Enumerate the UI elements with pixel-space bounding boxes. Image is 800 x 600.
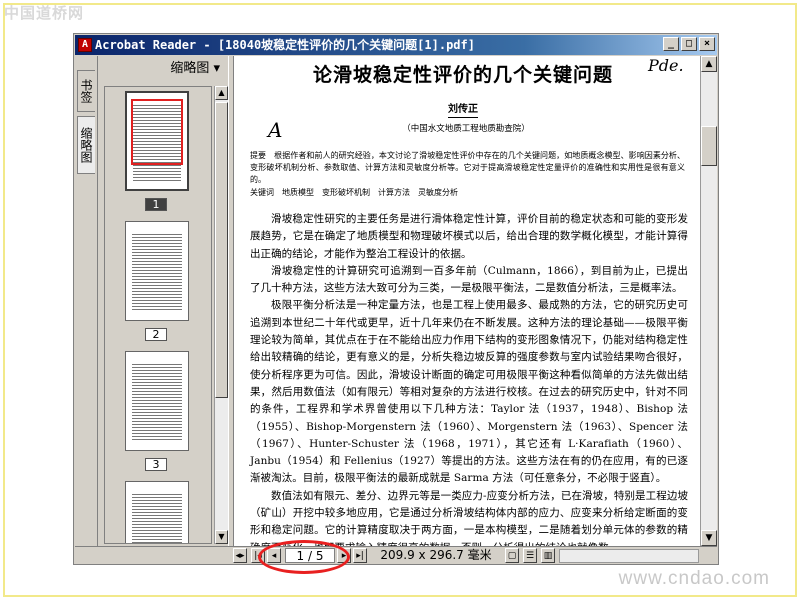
body-paragraph: 数值法如有限元、差分、边界元等是一类应力-应变分析方法，已在滑坡，特别是工程边坡… xyxy=(250,489,688,546)
thumbnail-label-1: 1 xyxy=(145,198,167,211)
acrobat-app-icon[interactable]: A xyxy=(78,38,92,52)
thumbnail-list: 1 2 3 xyxy=(104,86,212,544)
thumbnail-viewport-box[interactable] xyxy=(131,99,183,165)
document-vertical-scrollbar[interactable]: ▲ ▼ xyxy=(700,56,717,546)
acrobat-window: A Acrobat Reader - [18040坡稳定性评价的几个关键问题[1]… xyxy=(73,33,719,565)
scroll-up-arrow-icon[interactable]: ▲ xyxy=(701,56,717,72)
scroll-down-arrow-icon[interactable]: ▼ xyxy=(215,530,228,544)
page-size-display: 209.9 x 296.7 毫米 xyxy=(380,548,492,562)
thumbnail-label-3: 3 xyxy=(145,458,167,471)
document-keywords: 关键词 地质模型 变形破坏机制 计算方法 灵敏度分析 xyxy=(250,188,458,197)
thumbnail-page-4[interactable] xyxy=(125,481,189,543)
window-controls: _ □ × xyxy=(663,37,715,51)
split-arrows-icon[interactable]: ◂▸ xyxy=(233,548,247,563)
title-bar[interactable]: A Acrobat Reader - [18040坡稳定性评价的几个关键问题[1]… xyxy=(75,35,717,55)
facing-layout-icon[interactable]: ▥ xyxy=(541,548,555,563)
thumbnail-text-lines xyxy=(132,232,182,312)
continuous-layout-icon[interactable]: ☰ xyxy=(523,548,537,563)
document-scroll-thumb[interactable] xyxy=(701,126,717,166)
navigation-tabs: 书签 缩略图 xyxy=(75,56,98,546)
thumbnail-panel: 缩略图 ▾ 1 2 3 ▲ ▼ xyxy=(98,56,228,546)
page-number-field[interactable]: 1 / 5 xyxy=(285,548,335,563)
body-paragraph: 极限平衡分析法是一种定量方法，也是工程上使用最多、最成熟的方法，它的研究历史可追… xyxy=(250,299,688,485)
document-title: 论滑坡稳定性评价的几个关键问题 xyxy=(312,64,613,86)
body-paragraph: 滑坡稳定性的计算研究可追溯到一百多年前（Culmann，1866），到目前为止，… xyxy=(250,264,688,295)
horizontal-scrollbar[interactable] xyxy=(559,549,699,563)
thumbnail-menu-button[interactable]: 缩略图 ▾ xyxy=(98,56,228,82)
scroll-up-arrow-icon[interactable]: ▲ xyxy=(215,86,228,100)
thumbnail-label-2: 2 xyxy=(145,328,167,341)
window-title: Acrobat Reader - [18040坡稳定性评价的几个关键问题[1].… xyxy=(95,38,475,52)
thumbnail-scrollbar[interactable]: ▲ ▼ xyxy=(214,86,228,544)
thumbnail-text-lines xyxy=(132,492,182,543)
status-bar: ◂▸ |◂ ◂ 1 / 5 ▸ ▸| 209.9 x 296.7 毫米 ▢ ☰ … xyxy=(75,546,717,564)
tab-bookmarks[interactable]: 书签 xyxy=(77,70,95,112)
last-page-button[interactable]: ▸| xyxy=(353,548,367,563)
document-author: 刘传正 xyxy=(448,100,478,118)
maximize-button[interactable]: □ xyxy=(681,37,697,51)
watermark-bottom: www.cndao.com xyxy=(618,568,770,589)
tab-thumbnails[interactable]: 缩略图 xyxy=(77,116,95,174)
single-page-layout-icon[interactable]: ▢ xyxy=(505,548,519,563)
scroll-down-arrow-icon[interactable]: ▼ xyxy=(701,530,717,546)
document-abstract: 提要 根据作者和前人的研究经验，本文讨论了滑坡稳定性评价中存在的几个关键问题，如… xyxy=(250,151,685,184)
next-page-button[interactable]: ▸ xyxy=(337,548,351,563)
previous-page-button[interactable]: ◂ xyxy=(267,548,281,563)
document-affiliation: （中国水文地质工程地质勘查院） xyxy=(402,124,530,134)
thumbnail-page-3[interactable] xyxy=(125,351,189,451)
document-body: 滑坡稳定性研究的主要任务是进行滑体稳定性计算，评价目前的稳定状态和可能的变形发展… xyxy=(250,211,688,546)
minimize-button[interactable]: _ xyxy=(663,37,679,51)
thumbnail-text-lines xyxy=(132,362,182,442)
document-view[interactable]: 论滑坡稳定性评价的几个关键问题 Pde. A 刘传正 （中国水文地质工程地质勘查… xyxy=(234,56,700,546)
thumbnail-scroll-thumb[interactable] xyxy=(215,102,228,398)
watermark-top: 中国道桥网 xyxy=(4,4,85,22)
document-page: 论滑坡稳定性评价的几个关键问题 Pde. A 刘传正 （中国水文地质工程地质勘查… xyxy=(238,56,698,546)
thumbnail-page-1[interactable] xyxy=(125,91,189,191)
body-paragraph: 滑坡稳定性研究的主要任务是进行滑体稳定性计算，评价目前的稳定状态和可能的变形发展… xyxy=(250,213,688,260)
first-page-button[interactable]: |◂ xyxy=(251,548,265,563)
thumbnail-page-2[interactable] xyxy=(125,221,189,321)
close-button[interactable]: × xyxy=(699,37,715,51)
handwritten-note: Pde. xyxy=(648,56,684,75)
